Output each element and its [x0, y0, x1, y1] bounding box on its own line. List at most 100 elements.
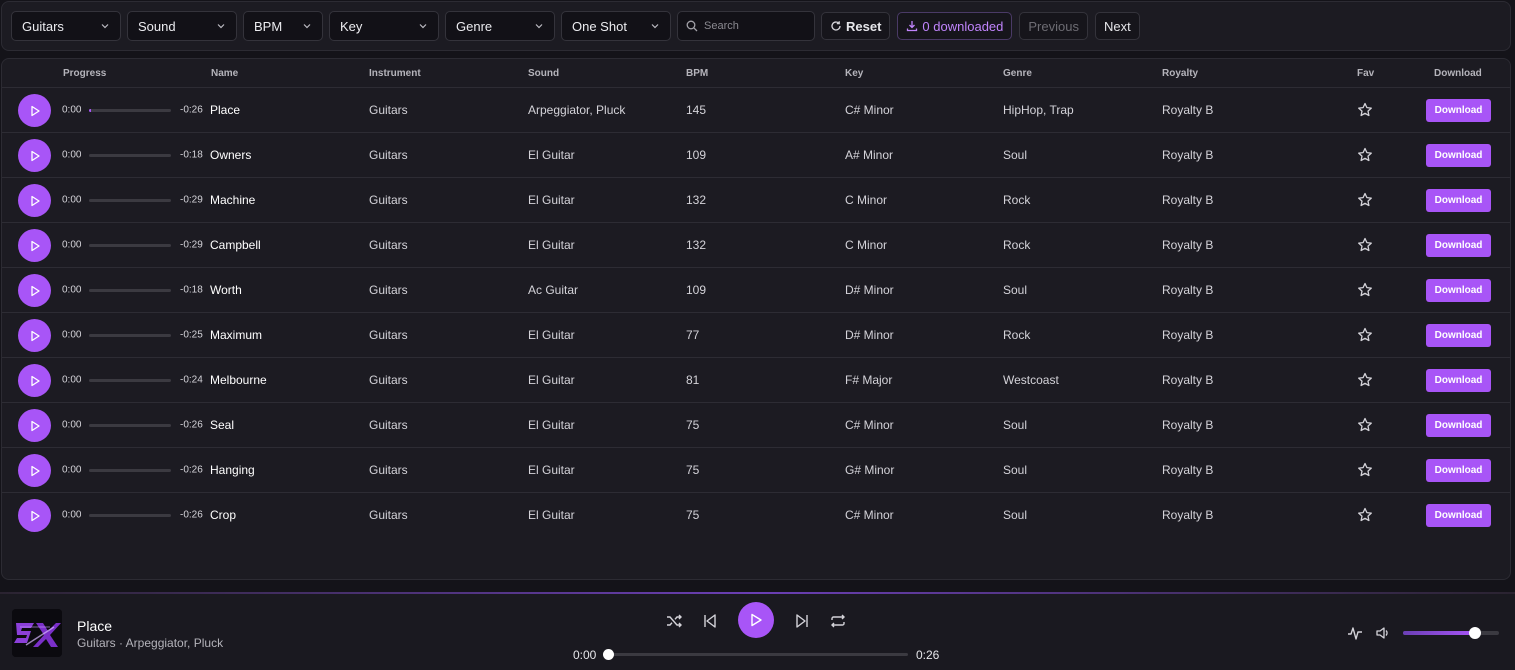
- skip-back-icon[interactable]: [702, 613, 718, 629]
- table-row[interactable]: 0:00 -0:18 Worth Guitars Ac Guitar 109 D# Min…: [2, 267, 1510, 312]
- row-current-time: 0:00: [62, 419, 82, 431]
- volume-slider[interactable]: [1403, 627, 1499, 639]
- row-progress-bar[interactable]: [89, 109, 171, 112]
- row-download-button[interactable]: Download: [1426, 369, 1491, 392]
- filter-dropdown-4[interactable]: Genre: [445, 11, 555, 41]
- row-progress-bar[interactable]: [89, 379, 171, 382]
- row-progress-bar[interactable]: [89, 154, 171, 157]
- seek-bar[interactable]: [603, 649, 908, 660]
- row-key: G# Minor: [845, 463, 895, 477]
- star-icon[interactable]: [1357, 282, 1373, 298]
- search-input[interactable]: [704, 20, 804, 32]
- table-row[interactable]: 0:00 -0:29 Campbell Guitars El Guitar 132 C M…: [2, 222, 1510, 267]
- skip-forward-icon[interactable]: [794, 613, 810, 629]
- row-key: C# Minor: [845, 508, 894, 522]
- row-download-button[interactable]: Download: [1426, 279, 1491, 302]
- table-row[interactable]: 0:00 -0:25 Maximum Guitars El Guitar 77 D# Mi…: [2, 312, 1510, 357]
- filter-dropdown-5[interactable]: One Shot: [561, 11, 671, 41]
- reset-button[interactable]: Reset: [821, 12, 891, 40]
- row-download-button[interactable]: Download: [1426, 99, 1491, 122]
- filter-dropdown-0[interactable]: Guitars: [11, 11, 121, 41]
- previous-button[interactable]: Previous: [1019, 12, 1088, 40]
- row-play-button[interactable]: [18, 499, 51, 532]
- row-download-button[interactable]: Download: [1426, 504, 1491, 527]
- table-row[interactable]: 0:00 -0:26 Crop Guitars El Guitar 75 C# Minor…: [2, 492, 1510, 537]
- star-icon[interactable]: [1357, 327, 1373, 343]
- download-label: Download: [1434, 375, 1483, 386]
- row-play-button[interactable]: [18, 454, 51, 487]
- waveform-icon[interactable]: [1347, 625, 1363, 641]
- row-current-time: 0:00: [62, 329, 82, 341]
- table-row[interactable]: 0:00 -0:26 Seal Guitars El Guitar 75 C# Minor…: [2, 402, 1510, 447]
- search-icon: [686, 20, 698, 32]
- col-genre[interactable]: Genre: [1003, 68, 1032, 79]
- row-download-button[interactable]: Download: [1426, 144, 1491, 167]
- filter-dropdown-2[interactable]: BPM: [243, 11, 323, 41]
- star-icon[interactable]: [1357, 147, 1373, 163]
- row-genre: Soul: [1003, 463, 1028, 477]
- col-name[interactable]: Name: [211, 68, 238, 79]
- col-royalty[interactable]: Royalty: [1162, 68, 1198, 79]
- download-label: Download: [1434, 420, 1483, 431]
- chevron-down-icon: [535, 24, 543, 29]
- star-icon[interactable]: [1357, 102, 1373, 118]
- filter-dropdown-3[interactable]: Key: [329, 11, 439, 41]
- row-play-button[interactable]: [18, 319, 51, 352]
- main-play-button[interactable]: [738, 602, 774, 638]
- table-row[interactable]: 0:00 -0:18 Owners Guitars El Guitar 109 A# Mi…: [2, 132, 1510, 177]
- row-remaining-time: -0:26: [180, 104, 203, 116]
- row-download-button[interactable]: Download: [1426, 414, 1491, 437]
- row-download-button[interactable]: Download: [1426, 234, 1491, 257]
- row-progress-bar[interactable]: [89, 334, 171, 337]
- row-progress-bar[interactable]: [89, 514, 171, 517]
- row-play-button[interactable]: [18, 409, 51, 442]
- col-bpm[interactable]: BPM: [686, 68, 708, 79]
- star-icon[interactable]: [1357, 237, 1373, 253]
- star-icon[interactable]: [1357, 192, 1373, 208]
- table-row[interactable]: 0:00 -0:26 Place Guitars Arpeggiator, Pluck…: [2, 87, 1510, 132]
- row-progress-bar[interactable]: [89, 424, 171, 427]
- repeat-icon[interactable]: [830, 613, 846, 629]
- table-row[interactable]: 0:00 -0:29 Machine Guitars El Guitar 132 C Mi…: [2, 177, 1510, 222]
- star-icon[interactable]: [1357, 462, 1373, 478]
- row-play-button[interactable]: [18, 364, 51, 397]
- row-play-button[interactable]: [18, 139, 51, 172]
- downloaded-button[interactable]: 0 downloaded: [897, 12, 1013, 40]
- star-icon[interactable]: [1357, 507, 1373, 523]
- row-play-button[interactable]: [18, 184, 51, 217]
- filter-label: Sound: [138, 18, 176, 34]
- filter-label: Guitars: [22, 18, 64, 34]
- col-sound[interactable]: Sound: [528, 68, 559, 79]
- row-name: Melbourne: [210, 373, 267, 387]
- row-play-button[interactable]: [18, 94, 51, 127]
- star-icon[interactable]: [1357, 417, 1373, 433]
- row-progress-bar[interactable]: [89, 199, 171, 202]
- table-row[interactable]: 0:00 -0:24 Melbourne Guitars El Guitar 81 F# …: [2, 357, 1510, 402]
- seek-knob[interactable]: [603, 649, 614, 660]
- volume-knob[interactable]: [1469, 627, 1481, 639]
- shuffle-icon[interactable]: [666, 613, 682, 629]
- row-download-button[interactable]: Download: [1426, 459, 1491, 482]
- filter-dropdowns: Guitars Sound BPM Key Genre One Shot: [11, 11, 677, 41]
- play-icon: [751, 613, 762, 627]
- row-progress-bar[interactable]: [89, 469, 171, 472]
- row-download-button[interactable]: Download: [1426, 189, 1491, 212]
- row-key: C# Minor: [845, 418, 894, 432]
- col-key[interactable]: Key: [845, 68, 863, 79]
- star-icon[interactable]: [1357, 372, 1373, 388]
- table-row[interactable]: 0:00 -0:26 Hanging Guitars El Guitar 75 G# Mi…: [2, 447, 1510, 492]
- row-progress-bar[interactable]: [89, 244, 171, 247]
- volume-icon[interactable]: [1375, 625, 1391, 641]
- row-progress-bar[interactable]: [89, 289, 171, 292]
- row-remaining-time: -0:26: [180, 464, 203, 476]
- col-instrument[interactable]: Instrument: [369, 68, 421, 79]
- row-download-button[interactable]: Download: [1426, 324, 1491, 347]
- row-royalty: Royalty B: [1162, 238, 1214, 252]
- row-play-button[interactable]: [18, 229, 51, 262]
- next-button[interactable]: Next: [1094, 12, 1140, 40]
- row-instrument: Guitars: [369, 373, 408, 387]
- chevron-down-icon: [303, 24, 311, 29]
- filter-dropdown-1[interactable]: Sound: [127, 11, 237, 41]
- search-box[interactable]: [677, 11, 815, 41]
- row-play-button[interactable]: [18, 274, 51, 307]
